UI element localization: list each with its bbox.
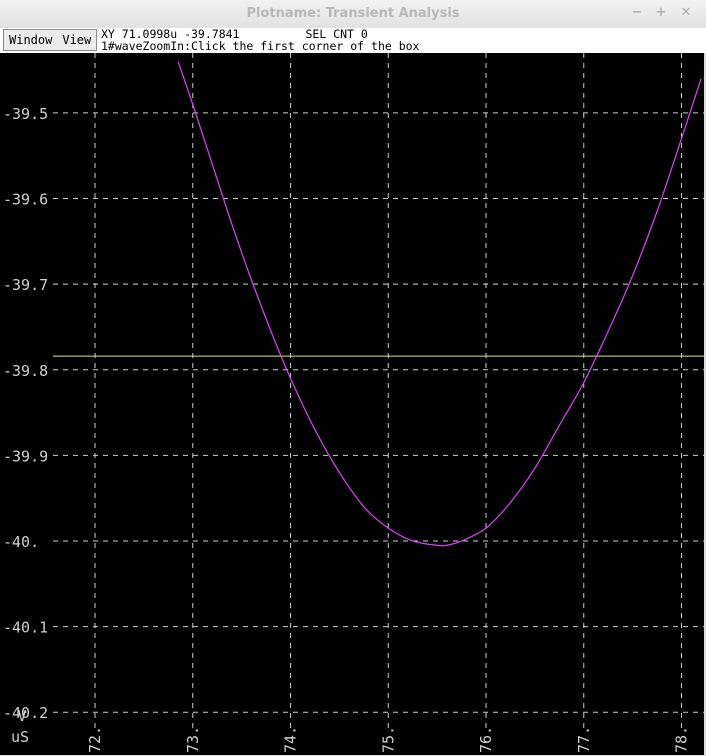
- y-axis-label: V: [17, 707, 26, 725]
- status-message: 1#waveZoomIn:Click the first corner of t…: [101, 39, 420, 53]
- close-icon[interactable]: ✕: [678, 5, 694, 21]
- y-tick-label: -39.8: [3, 362, 48, 380]
- x-tick-label: 74.: [282, 726, 300, 753]
- y-tick-label: -40.1: [3, 619, 48, 637]
- y-tick-label: -39.7: [3, 276, 48, 294]
- x-tick-label: 73.: [184, 726, 202, 753]
- tick-labels: 72. 73. 74. 75. 76. 77. 78. -39.5 -39.6 -39.7 -39.…: [3, 105, 691, 753]
- x-tick-label: 78.: [673, 726, 691, 753]
- y-tick-label: -40.: [3, 533, 39, 551]
- grid: [53, 53, 704, 729]
- x-tick-label: 72.: [86, 726, 104, 753]
- y-tick-label: -39.9: [3, 447, 48, 465]
- menu-bar: Window View XY 71.0998u -39.7841 SEL CNT …: [0, 27, 706, 53]
- maximize-icon[interactable]: +: [653, 5, 669, 21]
- window-title: Plotname: Transient Analysis: [246, 6, 460, 21]
- minimize-icon[interactable]: −: [629, 5, 645, 21]
- y-tick-label: -39.5: [3, 105, 48, 123]
- window-menu-button[interactable]: Window: [4, 30, 57, 50]
- waveform-trace[interactable]: [177, 61, 702, 547]
- plot-area[interactable]: 72. 73. 74. 75. 76. 77. 78. -39.5 -39.6 -39.7 -39.…: [0, 53, 704, 755]
- title-bar: Plotname: Transient Analysis − + ✕: [0, 0, 706, 29]
- view-menu-button[interactable]: View: [57, 30, 96, 50]
- x-tick-label: 76.: [477, 726, 495, 753]
- x-tick-label: 77.: [575, 726, 593, 753]
- x-axis-label: uS: [11, 728, 29, 746]
- menu-group: Window View: [3, 29, 98, 51]
- waveform-plot[interactable]: 72. 73. 74. 75. 76. 77. 78. -39.5 -39.6 -39.7 -39.…: [0, 53, 704, 755]
- trace-layer: [177, 61, 702, 547]
- x-tick-label: 75.: [379, 726, 397, 753]
- y-tick-label: -39.6: [3, 191, 48, 209]
